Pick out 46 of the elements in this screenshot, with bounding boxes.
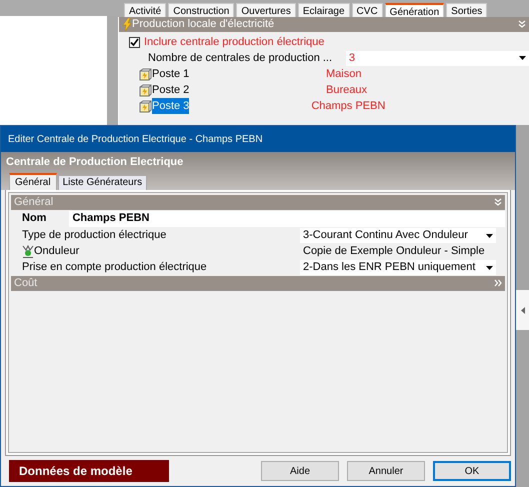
- field-value: Champs PEBN: [311, 98, 386, 114]
- button[interactable]: Annuler: [347, 461, 425, 481]
- tab[interactable]: Sorties: [446, 3, 488, 17]
- generator-icon: [139, 68, 152, 80]
- tab[interactable]: Génération: [384, 3, 444, 17]
- tab[interactable]: Construction: [168, 3, 234, 17]
- left-arrow-icon: [520, 306, 524, 314]
- tab[interactable]: Général: [9, 172, 57, 190]
- group-title: Général: [14, 194, 54, 210]
- tab[interactable]: Activité: [124, 3, 166, 17]
- tab[interactable]: Eclairage: [298, 3, 350, 17]
- list-item[interactable]: Poste 1: [152, 66, 326, 82]
- name-field[interactable]: Champs PEBN: [69, 210, 505, 226]
- field-value: Bureaux: [326, 82, 367, 98]
- model-data-label: Données de modèle: [9, 460, 169, 482]
- caret-icon: [519, 56, 526, 60]
- generator-icon: [139, 84, 152, 96]
- caret-icon: [486, 266, 493, 270]
- group-title: Coût: [14, 276, 38, 291]
- dialog-heading: Centrale de Production Electrique: [6, 155, 184, 170]
- tab[interactable]: Liste Générateurs: [58, 174, 148, 190]
- section-title: Production locale d'électricité: [132, 17, 276, 32]
- field-label: Nombre de centrales de production ...: [148, 50, 334, 66]
- dropdown[interactable]: 2-Dans les ENR PEBN uniquement: [300, 260, 496, 275]
- field-label: Type de production électrique: [22, 228, 168, 244]
- field-value: Copie de Exemple Onduleur - Simple: [302, 244, 485, 260]
- tab[interactable]: Ouvertures: [236, 3, 296, 17]
- tab[interactable]: CVC: [352, 3, 383, 17]
- checkbox[interactable]: [129, 36, 140, 48]
- field-label: Onduleur: [34, 244, 80, 260]
- count-dropdown[interactable]: 3: [346, 50, 529, 66]
- caret-icon: [486, 234, 493, 238]
- field-label: Nom: [22, 211, 46, 226]
- collapse-handle[interactable]: [516, 290, 529, 330]
- field-label: Prise en compte production électrique: [22, 260, 208, 276]
- list-item[interactable]: Poste 3: [152, 98, 190, 114]
- lightning-icon: [122, 18, 132, 31]
- generator-icon: [139, 100, 152, 112]
- button[interactable]: OK: [433, 461, 511, 481]
- checkbox-label: Inclure centrale production électrique: [144, 34, 324, 50]
- button[interactable]: Aide: [261, 461, 339, 481]
- dropdown[interactable]: 3-Courant Continu Avec Onduleur: [300, 228, 496, 243]
- inverter-icon: [22, 245, 34, 258]
- window-title: Editer Centrale de Production Electrique - Champs PEBN: [1, 126, 515, 152]
- list-item[interactable]: Poste 2: [152, 82, 326, 98]
- field-value: Maison: [326, 66, 362, 82]
